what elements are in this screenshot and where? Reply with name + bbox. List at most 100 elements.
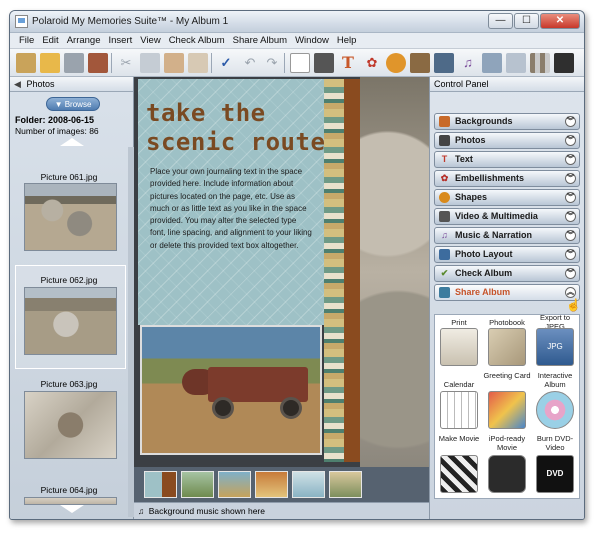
paste-icon[interactable] (164, 53, 184, 73)
chevron-down-icon[interactable]: ︾ (565, 249, 576, 260)
clapperboard-icon[interactable] (440, 455, 478, 493)
open-folder-icon[interactable] (40, 53, 60, 73)
scroll-up-arrow-icon[interactable] (60, 138, 84, 146)
headline-line-1: take the (146, 99, 266, 127)
printer-icon[interactable] (440, 328, 478, 366)
video-icon[interactable] (434, 53, 454, 73)
truck-photo[interactable] (140, 325, 322, 455)
photobook-icon[interactable] (488, 328, 526, 366)
rock-photo[interactable] (360, 77, 429, 467)
save-icon[interactable] (64, 53, 84, 73)
collapse-arrow-icon[interactable]: ◀ (14, 79, 21, 90)
menu-check-album[interactable]: Check Album (165, 33, 229, 48)
share-option-label: Burn DVD-Video (536, 434, 574, 452)
music-icon[interactable]: ♫ (458, 53, 478, 73)
calendar-icon[interactable] (440, 391, 478, 429)
redo-icon[interactable]: ↷ (262, 53, 282, 73)
cp-item-label: Video & Multimedia (455, 211, 538, 221)
cp-item-photo-layout[interactable]: Photo Layout ︾ (434, 246, 580, 263)
share-option-label: Photobook (489, 318, 525, 327)
chevron-down-icon[interactable]: ︾ (565, 211, 576, 222)
print-icon[interactable] (88, 53, 108, 73)
cp-item-label: Check Album (455, 268, 513, 278)
folder-info: Folder: 2008-06-15 (15, 115, 94, 125)
chevron-down-icon[interactable]: ︾ (565, 116, 576, 127)
jpeg-export-icon[interactable]: JPG (536, 328, 574, 366)
chevron-down-icon[interactable]: ︾ (565, 135, 576, 146)
cp-item-embellishments[interactable]: ✿ Embellishments ︾ (434, 170, 580, 187)
ipod-icon[interactable] (488, 455, 526, 493)
cp-item-label: Backgrounds (455, 116, 513, 126)
cp-item-photos[interactable]: Photos ︾ (434, 132, 580, 149)
photos-panel-header[interactable]: ◀ Photos (10, 77, 133, 92)
camera-icon[interactable] (314, 53, 334, 73)
grid-icon[interactable] (506, 53, 526, 73)
menu-window[interactable]: Window (291, 33, 333, 48)
select-icon[interactable] (16, 53, 36, 73)
menu-file[interactable]: File (15, 33, 38, 48)
browse-label: Browse (64, 100, 92, 109)
chevron-down-icon[interactable]: ︾ (565, 268, 576, 279)
chevron-down-icon[interactable]: ︾ (565, 192, 576, 203)
menu-edit[interactable]: Edit (38, 33, 62, 48)
scroll-down-arrow-icon[interactable] (60, 505, 84, 513)
interactive-album-icon[interactable] (536, 391, 574, 429)
close-button[interactable]: ✕ (540, 13, 580, 29)
photo-thumbnail[interactable] (24, 391, 117, 459)
page-thumbnail[interactable] (181, 471, 214, 498)
cp-item-backgrounds[interactable]: Backgrounds ︾ (434, 113, 580, 130)
page-thumbnail[interactable] (255, 471, 288, 498)
greeting-card-icon[interactable] (488, 391, 526, 429)
undo-icon[interactable]: ↶ (240, 53, 260, 73)
page-thumbnail[interactable] (144, 471, 177, 498)
journal-text-box[interactable]: Place your own journaling text in the sp… (150, 166, 312, 252)
grid-view-icon[interactable] (530, 53, 550, 73)
app-window: Polaroid My Memories Suite™ - My Album 1… (9, 10, 585, 520)
menu-insert[interactable]: Insert (105, 33, 137, 48)
share-option-label: Make Movie (438, 434, 480, 443)
chevron-up-icon[interactable]: ︽ (565, 287, 576, 298)
music-icon: ♫ (441, 230, 448, 240)
album-canvas[interactable]: take the scenic route Place your own jou… (134, 77, 429, 502)
new-page-icon[interactable] (290, 53, 310, 73)
menu-help[interactable]: Help (333, 33, 361, 48)
page-thumbnail[interactable] (292, 471, 325, 498)
delete-icon[interactable] (188, 53, 208, 73)
layout-icon[interactable] (482, 53, 502, 73)
maximize-button[interactable]: ☐ (514, 13, 539, 29)
dvd-icon[interactable]: DVD (536, 455, 574, 493)
menu-share-album[interactable]: Share Album (229, 33, 291, 48)
brush-icon[interactable] (410, 53, 430, 73)
chevron-down-icon[interactable]: ︾ (565, 154, 576, 165)
cp-item-check-album[interactable]: ✔ Check Album ︾ (434, 265, 580, 282)
shape-icon[interactable] (386, 53, 406, 73)
cp-item-text[interactable]: T Text ︾ (434, 151, 580, 168)
text-icon[interactable]: T (338, 53, 358, 73)
backgrounds-icon (439, 116, 450, 127)
photo-thumbnail[interactable] (24, 287, 117, 355)
cp-item-video-multimedia[interactable]: Video & Multimedia ︾ (434, 208, 580, 225)
page-thumbnail[interactable] (218, 471, 251, 498)
menu-arrange[interactable]: Arrange (63, 33, 105, 48)
copy-icon[interactable] (140, 53, 160, 73)
page-headline[interactable]: take the scenic route (146, 99, 325, 157)
cp-item-label: Shapes (455, 192, 488, 202)
cp-item-music-narration[interactable]: ♫ Music & Narration ︾ (434, 227, 580, 244)
film-icon[interactable] (554, 53, 574, 73)
minimize-button[interactable]: — (488, 13, 513, 29)
photo-thumbnail[interactable] (24, 183, 117, 251)
cut-icon[interactable]: ✂ (116, 53, 136, 73)
layout-icon (439, 249, 450, 260)
chevron-down-icon[interactable]: ︾ (565, 230, 576, 241)
browse-button[interactable]: ▼ Browse (46, 97, 100, 111)
status-bar: ♫ Background music shown here (134, 502, 429, 519)
cp-item-share-album[interactable]: Share Album ︽ (434, 284, 580, 301)
cp-item-label: Share Album (455, 287, 511, 297)
menu-view[interactable]: View (136, 33, 164, 48)
spellcheck-icon[interactable]: ✓ (216, 53, 236, 73)
cp-item-shapes[interactable]: Shapes ︾ (434, 189, 580, 206)
page-thumbnail[interactable] (329, 471, 362, 498)
flower-icon[interactable]: ✿ (362, 53, 382, 73)
chevron-down-icon[interactable]: ︾ (565, 173, 576, 184)
photo-thumbnail[interactable] (24, 497, 117, 505)
